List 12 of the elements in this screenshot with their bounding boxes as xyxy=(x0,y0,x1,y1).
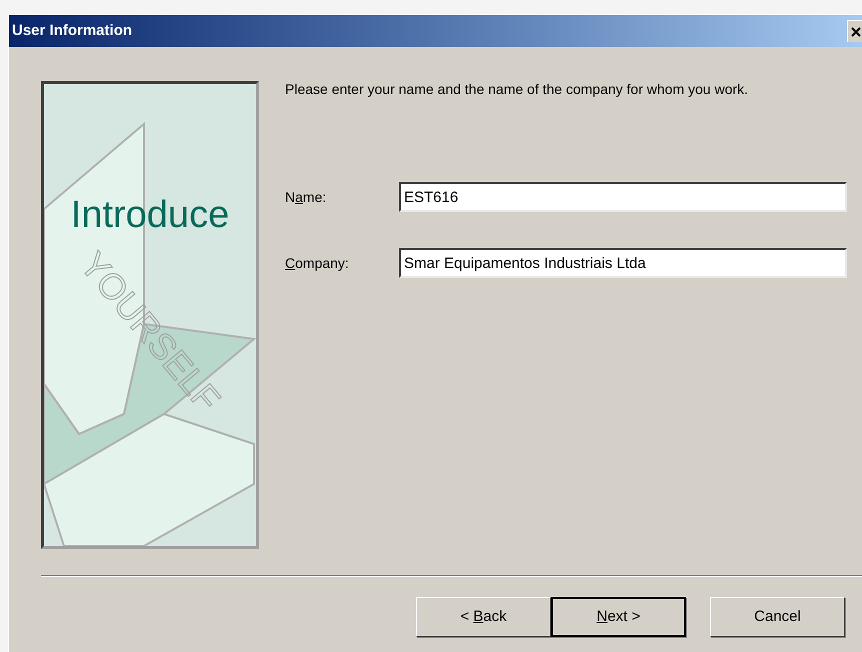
cancel-button[interactable]: Cancel xyxy=(710,597,845,637)
intro-text: Please enter your name and the name of the company for whom you work. xyxy=(285,81,750,98)
window-title: User Information xyxy=(12,20,132,41)
field-label: Name: xyxy=(285,188,328,206)
field-label: Company: xyxy=(285,254,350,273)
banner-title: Introduce xyxy=(70,196,230,234)
close-button[interactable] xyxy=(847,20,862,42)
text-field[interactable]: EST616 xyxy=(399,182,847,212)
back-button[interactable]: < Back xyxy=(416,597,551,637)
next-button[interactable]: Next > xyxy=(551,597,686,637)
text-field[interactable]: Smar Equipamentos Industriais Ltda xyxy=(399,248,847,278)
close-icon xyxy=(850,26,860,36)
